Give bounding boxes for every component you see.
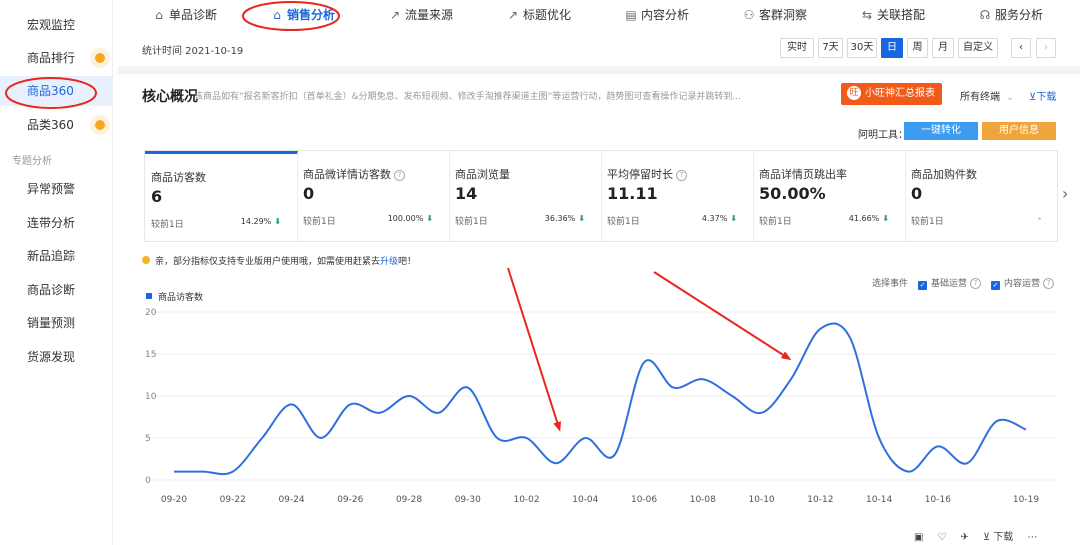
share-icon[interactable]: ✈: [960, 532, 968, 543]
x-tick-label: 10-10: [749, 495, 775, 505]
data-point[interactable]: [492, 433, 502, 443]
x-tick-label: 10-06: [631, 495, 657, 505]
x-tick-label: 09-22: [220, 495, 246, 505]
x-tick-label: 10-12: [807, 495, 833, 505]
data-point[interactable]: [257, 433, 267, 443]
data-point[interactable]: [316, 433, 326, 443]
data-point[interactable]: [874, 433, 884, 443]
data-point[interactable]: [198, 467, 208, 477]
x-tick-label: 10-19: [1013, 495, 1039, 505]
x-tick-label: 09-24: [278, 495, 304, 505]
x-tick-label: 10-16: [925, 495, 951, 505]
data-point[interactable]: [903, 467, 913, 477]
x-tick-label: 09-26: [337, 495, 363, 505]
data-point[interactable]: [668, 383, 678, 393]
data-point[interactable]: [698, 374, 708, 384]
data-point[interactable]: [962, 458, 972, 468]
data-point[interactable]: [727, 391, 737, 401]
data-point[interactable]: [757, 408, 767, 418]
download-button[interactable]: ⊻ 下载: [983, 532, 1014, 543]
data-point[interactable]: [786, 374, 796, 384]
data-point[interactable]: [992, 416, 1002, 426]
data-point[interactable]: [933, 441, 943, 451]
data-point[interactable]: [610, 450, 620, 460]
more-icon[interactable]: ⋯: [1027, 532, 1037, 543]
data-point[interactable]: [845, 332, 855, 342]
x-tick-label: 10-14: [866, 495, 892, 505]
data-point[interactable]: [522, 433, 532, 443]
bottom-toolbar: ▣ ♡ ✈ ⊻ 下载 ⋯: [900, 528, 1037, 543]
x-tick-label: 10-04: [572, 495, 598, 505]
series-line: [174, 322, 1027, 476]
data-point[interactable]: [287, 399, 297, 409]
data-point[interactable]: [580, 433, 590, 443]
data-point[interactable]: [345, 399, 355, 409]
data-point[interactable]: [815, 324, 825, 334]
x-tick-label: 09-28: [396, 495, 422, 505]
y-tick-label: 5: [145, 434, 151, 444]
heart-icon[interactable]: ♡: [937, 532, 946, 543]
data-point[interactable]: [551, 458, 561, 468]
image-icon[interactable]: ▣: [914, 532, 923, 543]
data-point[interactable]: [228, 467, 238, 477]
data-point[interactable]: [169, 467, 179, 477]
data-point[interactable]: [404, 391, 414, 401]
x-tick-label: 09-30: [455, 495, 481, 505]
x-tick-label: 10-08: [690, 495, 716, 505]
x-tick-label: 09-20: [161, 495, 187, 505]
y-tick-label: 20: [145, 308, 157, 318]
y-tick-label: 0: [145, 476, 151, 486]
data-point[interactable]: [433, 408, 443, 418]
data-point[interactable]: [375, 408, 385, 418]
visitor-line-chart: 0 5 10 15 20 09-20 09-22 09-24 09-26 09-28 09-30 10…: [145, 308, 1056, 505]
x-tick-label: 10-02: [513, 495, 539, 505]
data-point[interactable]: [639, 357, 649, 367]
y-tick-label: 15: [145, 350, 156, 360]
y-tick-label: 10: [145, 392, 157, 402]
data-point[interactable]: [1021, 425, 1031, 435]
data-point[interactable]: [463, 383, 473, 393]
